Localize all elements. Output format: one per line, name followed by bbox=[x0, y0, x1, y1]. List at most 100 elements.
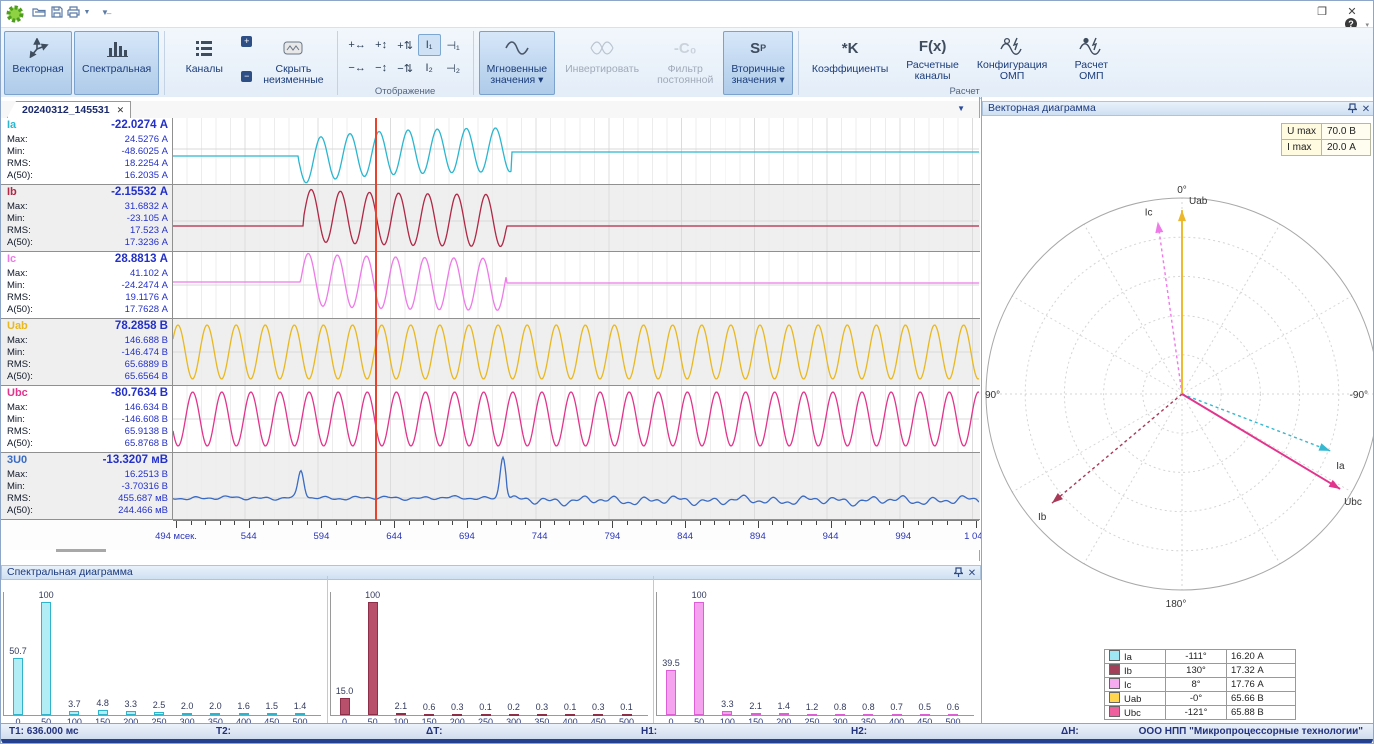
instant-values-button[interactable]: Мгновенные значения ▾ bbox=[479, 31, 556, 95]
display-option-button[interactable]: ⊣₂ bbox=[442, 57, 465, 79]
minor-tick bbox=[641, 521, 642, 525]
channels-list-icon bbox=[194, 35, 214, 61]
customize-quick-access-icon[interactable]: ▼̶ bbox=[97, 5, 113, 21]
spectral-diagram-panel: Спектральная диаграмма ✕ 50.70100503.710… bbox=[1, 561, 980, 723]
hide-unchanged-button[interactable]: Скрыть неизменные bbox=[255, 31, 331, 95]
channels-button[interactable]: Каналы bbox=[170, 31, 238, 95]
minor-tick bbox=[336, 521, 337, 525]
waveform-Ia[interactable] bbox=[173, 118, 980, 184]
bar-value-label: 3.3 bbox=[721, 699, 734, 709]
invert-button[interactable]: Инвертировать bbox=[557, 31, 647, 95]
display-option-button[interactable]: +↔ bbox=[346, 34, 369, 56]
channel-stat: Max:31.6832 А bbox=[7, 201, 168, 213]
stat-value: 31.6832 А bbox=[50, 201, 168, 213]
bar-value-label: 100 bbox=[365, 590, 380, 600]
omp-config-icon bbox=[999, 35, 1025, 57]
horizontal-scrollbar-thumb[interactable] bbox=[56, 549, 106, 552]
record-tab[interactable]: 20240312_145531 ✕ bbox=[7, 101, 131, 118]
minor-tick bbox=[714, 521, 715, 525]
channel-stat: Min:-23.105 А bbox=[7, 213, 168, 225]
chart-separator bbox=[653, 576, 654, 723]
minor-tick bbox=[438, 521, 439, 525]
channel-row-Ubc[interactable]: Ubc-80.7634 ВMax:146.634 ВMin:-146.608 В… bbox=[1, 386, 980, 453]
display-option-button[interactable]: −↔ bbox=[346, 57, 369, 79]
legend-angle: -121° bbox=[1166, 706, 1227, 720]
print-dropdown-icon[interactable]: ▼ bbox=[79, 5, 95, 21]
minor-tick bbox=[351, 521, 352, 525]
display-option-button[interactable]: I₁ bbox=[418, 34, 441, 56]
channel-row-Uab[interactable]: Uab78.2858 ВMax:146.688 ВMin:-146.474 ВR… bbox=[1, 319, 980, 386]
channels-label: Каналы bbox=[186, 64, 223, 75]
major-tick bbox=[758, 521, 759, 528]
minor-tick bbox=[307, 521, 308, 525]
display-option-button[interactable]: +↕ bbox=[370, 34, 393, 56]
vector-label-Ib: Ib bbox=[1038, 512, 1047, 523]
status-field: Т2: bbox=[216, 726, 231, 737]
channel-stat: A(50):17.7628 А bbox=[7, 304, 168, 316]
add-channel-button[interactable]: + bbox=[241, 36, 252, 47]
waveform-Ib[interactable] bbox=[173, 185, 980, 251]
application-window: ▼ ▼̶ ❐ ✕ ? ▾ Векторная Спектральная bbox=[0, 0, 1374, 744]
spectral-view-label: Спектральная bbox=[82, 64, 151, 75]
legend-name: Ubc bbox=[1105, 706, 1166, 720]
waveform-Uab[interactable] bbox=[173, 319, 980, 385]
legend-magnitude: 16.20 А bbox=[1227, 650, 1296, 664]
record-tab-label: 20240312_145531 bbox=[22, 104, 110, 116]
bar-value-label: 15.0 bbox=[336, 686, 354, 696]
display-option-button[interactable]: −↕ bbox=[370, 57, 393, 79]
tab-close-icon[interactable]: ✕ bbox=[117, 105, 125, 115]
chart-bar bbox=[210, 713, 220, 715]
vector-view-button[interactable]: Векторная bbox=[4, 31, 72, 95]
spectral-view-button[interactable]: Спектральная bbox=[74, 31, 159, 95]
secondary-values-button[interactable]: SP Вторичные значения ▾ bbox=[723, 31, 793, 95]
close-window-button[interactable]: ✕ bbox=[1341, 5, 1363, 19]
dc-filter-button[interactable]: -C₀ Фильтр постоянной bbox=[649, 31, 721, 95]
stat-label: Min: bbox=[7, 481, 25, 493]
channel-row-Ib[interactable]: Ib-2.15532 АMax:31.6832 АMin:-23.105 АRM… bbox=[1, 185, 980, 252]
display-option-button[interactable]: ⊣₁ bbox=[442, 34, 465, 56]
channel-row-3U0[interactable]: 3U0-13.3207 мВMax:16.2513 ВMin:-3.70316 … bbox=[1, 453, 980, 520]
display-option-button[interactable]: I₂ bbox=[418, 57, 441, 79]
display-option-button[interactable]: +⇅ bbox=[394, 34, 417, 56]
bar-value-label: 100 bbox=[39, 590, 54, 600]
channel-stat: Min:-24.2474 А bbox=[7, 280, 168, 292]
time-cursor[interactable] bbox=[375, 118, 377, 520]
stat-value: 65.8768 В bbox=[50, 438, 168, 450]
spectral-chart-Ia: 50.70100503.71004.81503.32002.52502.0300… bbox=[1, 576, 327, 723]
channel-stat: Max:146.634 В bbox=[7, 402, 168, 414]
invert-label: Инвертировать bbox=[565, 64, 639, 75]
omp-config-button[interactable]: Конфигурация ОМП bbox=[969, 31, 1055, 85]
legend-magnitude: 17.32 А bbox=[1227, 664, 1296, 678]
bar-value-label: 0.3 bbox=[536, 702, 549, 712]
hide-unchanged-icon bbox=[282, 35, 304, 61]
omp-calc-button[interactable]: Расчет ОМП bbox=[1057, 31, 1125, 85]
coefficients-button[interactable]: *K Коэффициенты bbox=[804, 31, 896, 85]
calc-channels-button[interactable]: F(x) Расчетные каналы bbox=[898, 31, 967, 85]
channel-row-Ia[interactable]: Ia-22.0274 АMax:24.5276 АMin:-48.6025 АR… bbox=[1, 118, 980, 185]
stat-value: 65.6564 В bbox=[50, 371, 168, 383]
chart-bar bbox=[340, 698, 350, 715]
bar-value-label: 39.5 bbox=[662, 658, 680, 668]
channel-stat: Min:-146.608 В bbox=[7, 414, 168, 426]
waveform-Ic[interactable] bbox=[173, 252, 980, 318]
stat-label: RMS: bbox=[7, 158, 31, 170]
waveform-Ubc[interactable] bbox=[173, 386, 980, 452]
restore-window-button[interactable]: ❐ bbox=[1311, 5, 1333, 19]
waveform-3U0[interactable] bbox=[173, 453, 980, 519]
channel-stat: Max:41.102 А bbox=[7, 268, 168, 280]
chart-bar bbox=[892, 714, 902, 716]
minor-tick bbox=[932, 521, 933, 525]
minor-tick bbox=[816, 521, 817, 525]
save-icon[interactable] bbox=[49, 5, 65, 21]
stat-value: 146.688 В bbox=[50, 335, 168, 347]
tab-list-dropdown-icon[interactable]: ▼ bbox=[957, 104, 965, 113]
chart-bar bbox=[751, 713, 761, 715]
stat-label: RMS: bbox=[7, 359, 31, 371]
channel-row-Ic[interactable]: Ic28.8813 АMax:41.102 АMin:-24.2474 АRMS… bbox=[1, 252, 980, 319]
minor-tick bbox=[496, 521, 497, 525]
minor-tick bbox=[191, 521, 192, 525]
remove-channel-button[interactable]: − bbox=[241, 71, 252, 82]
minor-tick bbox=[671, 521, 672, 525]
open-file-icon[interactable] bbox=[31, 5, 47, 21]
display-option-button[interactable]: −⇅ bbox=[394, 57, 417, 79]
